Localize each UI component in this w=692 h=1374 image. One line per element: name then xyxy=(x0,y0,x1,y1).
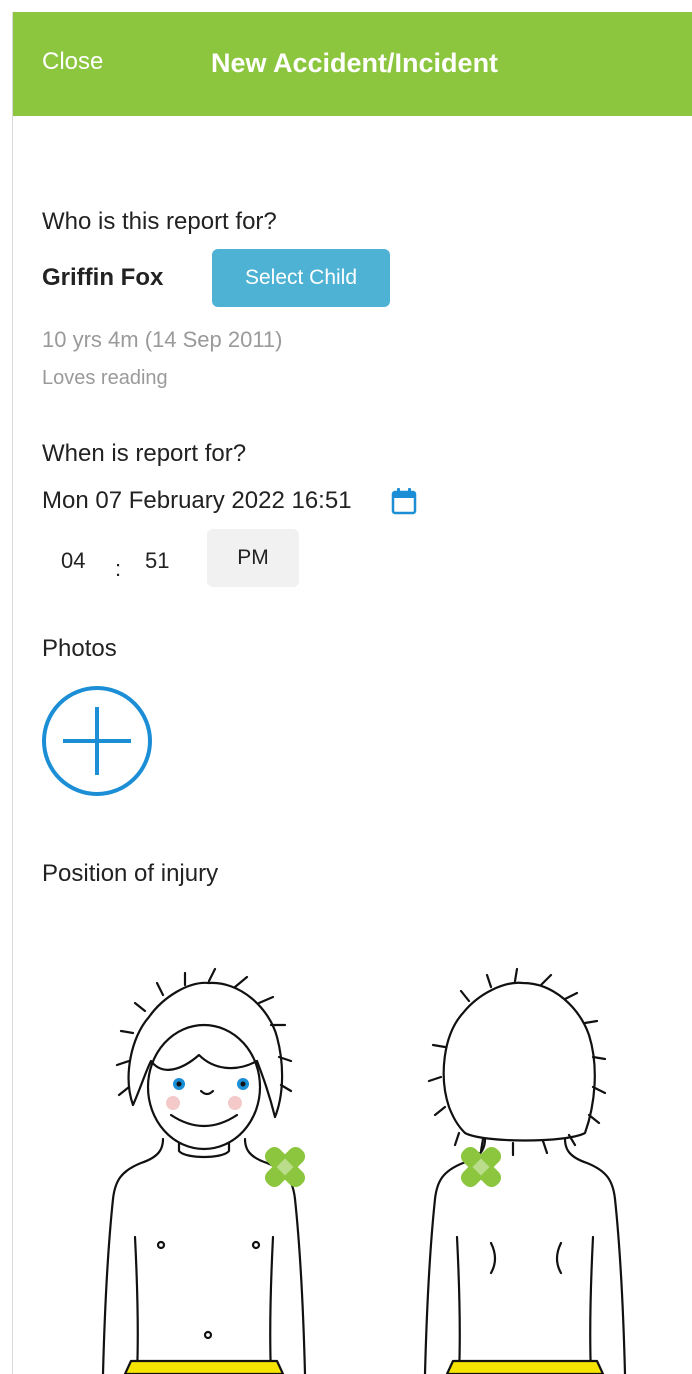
minute-picker[interactable]: 51 xyxy=(145,548,169,574)
close-button[interactable]: Close xyxy=(42,48,103,76)
child-name: Griffin Fox xyxy=(42,264,164,291)
add-photo-button[interactable] xyxy=(41,685,153,797)
report-datetime[interactable]: Mon 07 February 2022 16:51 xyxy=(42,487,352,515)
time-separator: : xyxy=(115,556,122,581)
body-map[interactable] xyxy=(13,937,692,1374)
ampm-toggle[interactable]: PM xyxy=(207,529,299,587)
top-bar: Close New Accident/Incident xyxy=(13,12,692,116)
who-question-label: Who is this report for? xyxy=(42,208,277,235)
plus-circle-icon xyxy=(42,686,152,796)
when-question-label: When is report for? xyxy=(42,440,247,467)
body-back-figure[interactable] xyxy=(423,967,627,1374)
child-note: Loves reading xyxy=(42,367,168,389)
child-age: 10 yrs 4m (14 Sep 2011) xyxy=(42,327,283,352)
injury-position-label: Position of injury xyxy=(42,860,219,887)
app-screen: Close New Accident/Incident Who is this … xyxy=(12,12,692,1374)
select-child-button[interactable]: Select Child xyxy=(212,249,390,307)
page-title: New Accident/Incident xyxy=(211,48,499,78)
hour-picker[interactable]: 04 xyxy=(61,548,85,574)
calendar-icon[interactable] xyxy=(391,487,417,515)
photos-label: Photos xyxy=(42,635,117,662)
